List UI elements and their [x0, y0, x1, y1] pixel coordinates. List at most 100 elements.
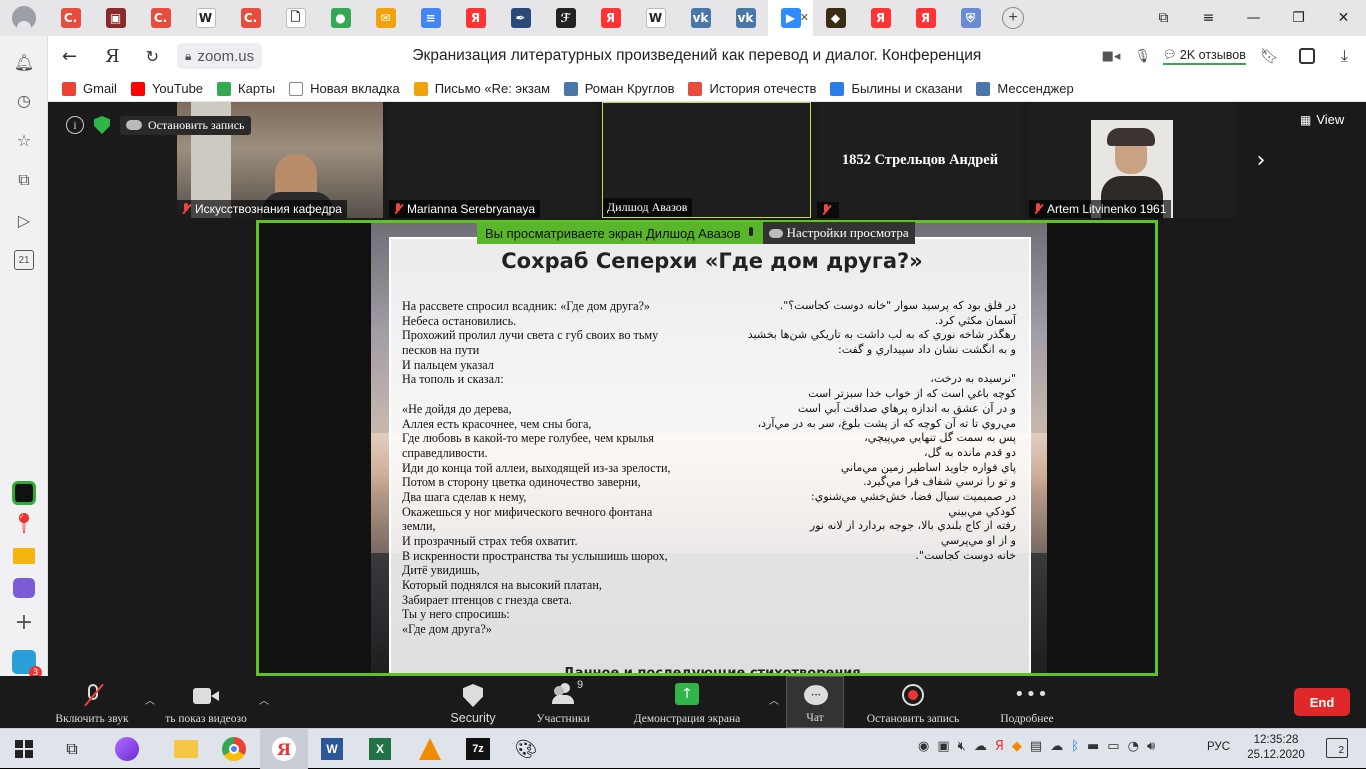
- alice-app-icon[interactable]: [12, 481, 36, 505]
- yandex-browser-taskbar-icon[interactable]: Я: [260, 729, 308, 769]
- share-options-caret-icon[interactable]: ︿: [769, 692, 779, 707]
- view-options-button[interactable]: Настройки просмотра: [762, 222, 915, 244]
- start-video-button[interactable]: ть показ видеозо: [158, 676, 254, 728]
- browser-tab[interactable]: ●: [318, 0, 363, 36]
- clock[interactable]: 12:35:28 25.12.2020: [1245, 733, 1307, 763]
- browser-tab[interactable]: W: [183, 0, 228, 36]
- calendar-icon[interactable]: 21: [12, 248, 36, 272]
- notifications-icon[interactable]: 2: [1326, 738, 1348, 758]
- browser-tab[interactable]: ▶ ✕: [768, 0, 813, 36]
- translate-icon[interactable]: [1298, 48, 1315, 64]
- browser-tab[interactable]: ⛨: [948, 0, 993, 36]
- fox-icon[interactable]: ◆: [1012, 739, 1022, 754]
- browser-tab[interactable]: Я: [453, 0, 498, 36]
- messenger-icon[interactable]: [12, 576, 36, 600]
- browser-tab[interactable]: ✒: [498, 0, 543, 36]
- yandex-tray-icon[interactable]: Я: [995, 739, 1004, 754]
- stop-recording-button[interactable]: Остановить запись: [860, 676, 966, 728]
- battery-icon[interactable]: ▭: [1107, 739, 1119, 754]
- windows-start-icon[interactable]: [10, 735, 38, 763]
- browser-tab[interactable]: vk: [678, 0, 723, 36]
- keyboard-language[interactable]: РУС: [1207, 741, 1230, 753]
- onedrive-icon[interactable]: ☁: [1050, 739, 1063, 754]
- participant-tile[interactable]: Artem Litvinenko 1961: [1029, 102, 1235, 218]
- participant-tile[interactable]: Marianna Serebryanaya: [389, 102, 595, 218]
- browser-tab[interactable]: Я: [903, 0, 948, 36]
- video-options-caret-icon[interactable]: ︿: [259, 692, 269, 707]
- url-field[interactable]: 🔒︎ zoom.us: [177, 43, 263, 69]
- reload-icon[interactable]: ↻: [146, 47, 159, 66]
- next-page-chevron-icon[interactable]: ›: [1246, 144, 1276, 176]
- browser-tab[interactable]: ✉: [363, 0, 408, 36]
- camera-icon[interactable]: ■◂: [1102, 49, 1121, 64]
- menu-icon[interactable]: ≡: [1186, 0, 1231, 36]
- bluetooth-icon[interactable]: ᛒ: [1071, 739, 1079, 754]
- browser-tab[interactable]: vk: [723, 0, 768, 36]
- history-icon[interactable]: ◷: [12, 88, 36, 112]
- bookmark-item[interactable]: История отечеств: [688, 81, 816, 96]
- more-button[interactable]: ••• Подробнее: [994, 676, 1060, 728]
- view-button[interactable]: ▦ View: [1300, 112, 1344, 127]
- shared-screen[interactable]: Сохраб Сеперхи «Где дом друга?» На рассв…: [256, 220, 1158, 676]
- browser-tab[interactable]: С.: [138, 0, 183, 36]
- bookmark-icon[interactable]: 🔖︎: [1260, 47, 1279, 65]
- alice-taskbar-icon[interactable]: [113, 735, 141, 763]
- participant-tile-active-speaker[interactable]: Дилшод Авазов: [602, 102, 811, 218]
- bookmark-item[interactable]: Gmail: [62, 81, 117, 96]
- bookmark-item[interactable]: Новая вкладка: [289, 81, 400, 96]
- recording-indicator[interactable]: Остановить запись: [120, 115, 251, 135]
- participant-tile[interactable]: 1852 Стрельцов Андрей: [817, 102, 1023, 218]
- mail-icon[interactable]: [12, 544, 36, 568]
- maps-pin-icon[interactable]: 📍︎: [11, 511, 36, 535]
- play-icon[interactable]: ▷: [12, 208, 36, 232]
- browser-tab[interactable]: Я: [588, 0, 633, 36]
- browser-tab[interactable]: 🗋: [273, 0, 318, 36]
- browser-tab[interactable]: ▣: [93, 0, 138, 36]
- bookmark-item[interactable]: Мессенджер: [976, 81, 1074, 96]
- bookmark-item[interactable]: Роман Круглов: [563, 81, 674, 96]
- reviews-button[interactable]: 💬︎ 2K отзывов: [1162, 48, 1246, 65]
- discord-icon[interactable]: ◉: [918, 739, 929, 754]
- volume-muted-icon[interactable]: 🔇︎: [958, 739, 966, 754]
- browser-tab[interactable]: С.: [228, 0, 273, 36]
- minimize-button[interactable]: —: [1231, 0, 1276, 36]
- bookmark-item[interactable]: YouTube: [130, 81, 203, 96]
- bookmark-item[interactable]: Письмо «Re: экзам: [413, 81, 550, 96]
- end-meeting-button[interactable]: End: [1294, 688, 1350, 716]
- tab-manager-icon[interactable]: ⧉: [1141, 0, 1186, 36]
- back-arrow-icon[interactable]: ←: [62, 46, 77, 67]
- app-tray-icon[interactable]: ▤: [1030, 739, 1042, 754]
- browser-tab[interactable]: ◆: [813, 0, 858, 36]
- cloud-sync-icon[interactable]: ☁: [974, 739, 987, 754]
- security-button[interactable]: Security: [440, 676, 506, 728]
- zoom-tray-icon[interactable]: ▣: [937, 739, 949, 754]
- paint-icon[interactable]: 🎨︎: [512, 735, 540, 763]
- browser-tab[interactable]: W: [633, 0, 678, 36]
- share-screen-button[interactable]: ↑ Демонстрация экрана: [622, 676, 752, 728]
- yandex-logo-icon[interactable]: Я: [105, 46, 120, 67]
- encryption-shield-icon[interactable]: [94, 116, 110, 134]
- audio-options-caret-icon[interactable]: ︿: [145, 692, 155, 707]
- telegram-icon[interactable]: 3: [12, 650, 42, 679]
- close-tab-icon[interactable]: ✕: [800, 11, 809, 24]
- unmute-button[interactable]: Включить звук: [52, 676, 132, 728]
- vlc-icon[interactable]: [416, 735, 444, 763]
- new-tab-button[interactable]: +: [993, 0, 1033, 36]
- add-panel-icon[interactable]: +: [12, 610, 36, 635]
- chrome-icon[interactable]: [220, 735, 248, 763]
- wifi-icon[interactable]: ◔: [1128, 739, 1139, 754]
- download-icon[interactable]: ⤓: [1341, 46, 1348, 66]
- restore-button[interactable]: ❐: [1276, 0, 1321, 36]
- star-icon[interactable]: ☆: [12, 128, 36, 152]
- info-icon[interactable]: i: [66, 116, 84, 134]
- chat-button[interactable]: ··· Чат: [786, 676, 844, 728]
- bookmark-item[interactable]: Карты: [217, 81, 275, 96]
- bookmark-item[interactable]: Былины и сказани: [830, 81, 962, 96]
- 7zip-icon[interactable]: 7z: [464, 735, 492, 763]
- profile-avatar[interactable]: [0, 0, 48, 36]
- word-icon[interactable]: W: [318, 735, 346, 763]
- excel-icon[interactable]: X: [366, 735, 394, 763]
- network-icon[interactable]: ▬: [1087, 739, 1099, 754]
- close-window-button[interactable]: ✕: [1321, 0, 1366, 36]
- participants-button[interactable]: 9 Участники: [530, 676, 596, 728]
